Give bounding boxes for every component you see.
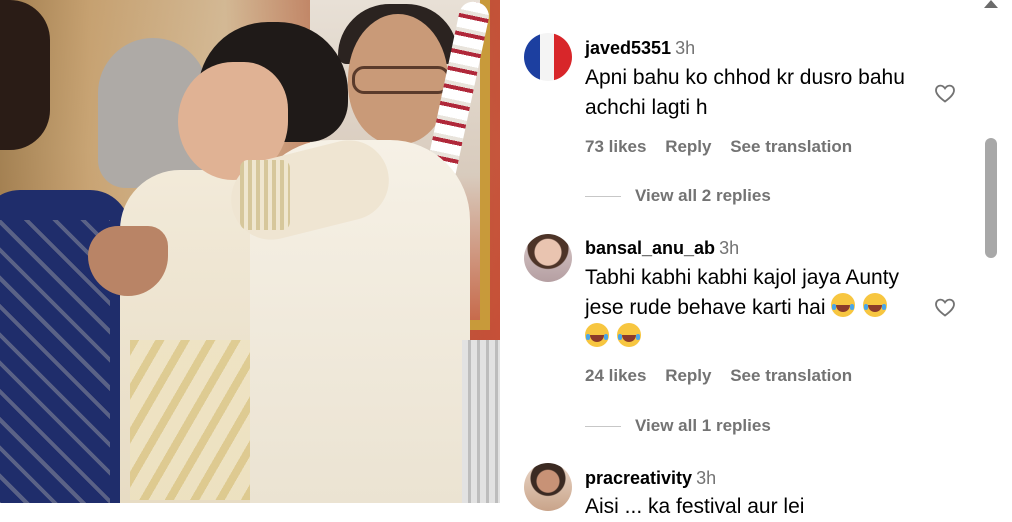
comment-text: Aisi ... ka festival aur lei	[585, 495, 805, 518]
likes-count[interactable]: 73 likes	[585, 137, 646, 156]
comment-username[interactable]: bansal_anu_ab	[585, 238, 715, 258]
reply-button[interactable]: Reply	[665, 137, 711, 156]
laughing-tears-emoji	[831, 293, 856, 317]
laughing-tears-emoji	[585, 323, 609, 347]
user-avatar[interactable]	[524, 234, 572, 282]
comments-panel: javed5351 3h Apni bahu ko chhod kr dusro …	[500, 0, 1012, 518]
view-replies-button[interactable]: View all 2 replies	[585, 186, 771, 206]
view-replies-label: View all 1 replies	[635, 416, 771, 435]
laughing-tears-emoji	[863, 293, 888, 317]
flag-avatar[interactable]	[524, 33, 572, 81]
replies-divider	[585, 196, 621, 198]
heart-icon[interactable]	[933, 295, 957, 319]
see-translation-button[interactable]: See translation	[730, 137, 852, 156]
see-translation-button[interactable]: See translation	[730, 366, 852, 385]
comment-time: 3h	[675, 38, 696, 58]
comment-username[interactable]: javed5351	[585, 38, 671, 58]
reply-button[interactable]: Reply	[665, 366, 711, 385]
scrollbar-thumb[interactable]	[985, 138, 997, 258]
replies-divider	[585, 426, 621, 428]
comment-time: 3h	[696, 468, 717, 488]
heart-icon[interactable]	[933, 81, 957, 105]
scroll-up-arrow-icon[interactable]	[984, 0, 998, 8]
scrollbar[interactable]	[978, 0, 1012, 503]
comment-username[interactable]: pracreativity	[585, 468, 692, 488]
comment-time: 3h	[719, 238, 740, 258]
post-photo[interactable]	[0, 0, 500, 503]
comment-text: Tabhi kabhi kabhi kajol jaya Aunty jese …	[585, 263, 910, 353]
likes-count[interactable]: 24 likes	[585, 366, 646, 385]
view-replies-button[interactable]: View all 1 replies	[585, 416, 771, 436]
comment-text: Apni bahu ko chhod kr dusro bahu achchi …	[585, 66, 905, 119]
view-replies-label: View all 2 replies	[635, 186, 771, 205]
laughing-tears-emoji	[617, 323, 641, 347]
user-avatar[interactable]	[524, 463, 572, 511]
